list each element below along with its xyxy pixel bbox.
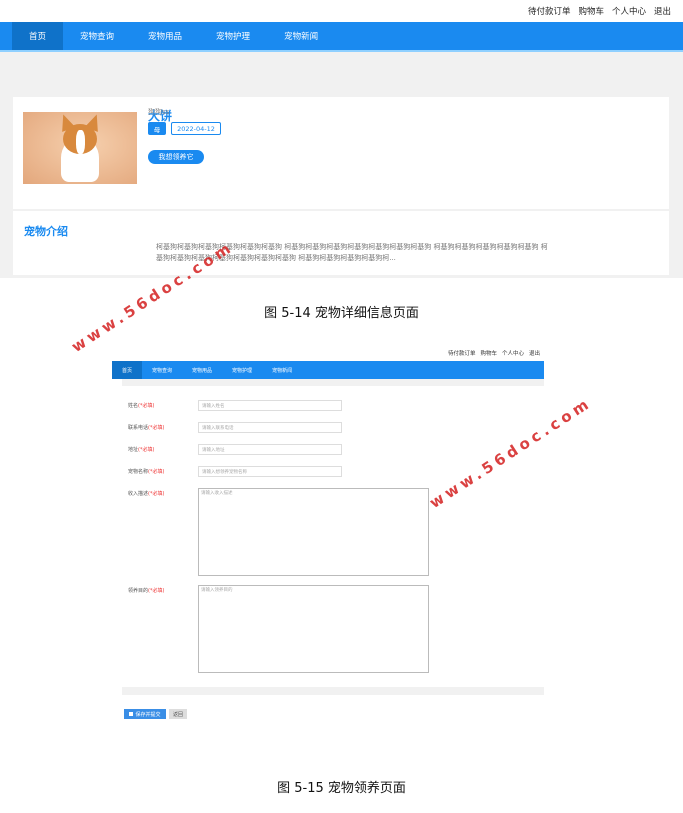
- link-cart[interactable]: 购物车: [480, 349, 497, 357]
- link-logout[interactable]: 退出: [654, 5, 671, 17]
- adoption-form-screenshot: 待付款订单 购物车 个人中心 退出 首页 宠物查询 宠物用品 宠物护理 宠物新闻…: [112, 345, 544, 725]
- pet-detail-screenshot: 待付款订单 购物车 个人中心 退出 首页 宠物查询 宠物用品 宠物护理 宠物新闻…: [0, 0, 683, 278]
- nav-pet-news[interactable]: 宠物新闻: [267, 22, 335, 50]
- label-purpose: 领养目的(*必填): [128, 588, 165, 594]
- nav-pet-supplies[interactable]: 宠物用品: [131, 22, 199, 50]
- sex-badge: 母: [148, 122, 166, 135]
- divider: [122, 687, 544, 695]
- name-input[interactable]: 请输入姓名: [198, 400, 342, 411]
- nav-pet-news[interactable]: 宠物新闻: [262, 361, 302, 379]
- adopt-button[interactable]: 我想领养它: [148, 150, 204, 164]
- label-address: 地址(*必填): [128, 447, 155, 453]
- back-button[interactable]: 返回: [169, 709, 187, 719]
- date-badge: 2022-04-12: [171, 122, 221, 135]
- label-pet-name: 宠物名称(*必填): [128, 469, 165, 475]
- link-profile[interactable]: 个人中心: [612, 5, 646, 17]
- save-icon: [129, 712, 134, 716]
- nav-pet-care[interactable]: 宠物护理: [222, 361, 262, 379]
- nav-pet-search[interactable]: 宠物查询: [63, 22, 131, 50]
- link-profile[interactable]: 个人中心: [502, 349, 524, 357]
- link-cart[interactable]: 购物车: [578, 5, 604, 17]
- nav-pet-care[interactable]: 宠物护理: [199, 22, 267, 50]
- label-name: 姓名(*必填): [128, 403, 155, 409]
- intro-title: 宠物介绍: [24, 225, 68, 238]
- main-nav: 首页 宠物查询 宠物用品 宠物护理 宠物新闻: [0, 22, 683, 52]
- phone-input[interactable]: 请输入联系电话: [198, 422, 342, 433]
- link-logout[interactable]: 退出: [529, 349, 540, 357]
- divider: [122, 379, 544, 386]
- pet-card: 大饼 狗狗ss 母 2022-04-12 我想领养它: [13, 97, 669, 209]
- pet-intro-section: 宠物介绍 柯基狗柯基狗柯基狗柯基狗柯基狗柯基狗 柯基狗柯基狗柯基狗柯基狗柯基狗柯…: [13, 211, 669, 275]
- pet-photo: [23, 112, 137, 184]
- nav-pet-search[interactable]: 宠物查询: [142, 361, 182, 379]
- income-textarea[interactable]: 请输入收入描述: [198, 488, 429, 576]
- figure-caption-2: 图 5-15 宠物领养页面: [277, 781, 406, 796]
- label-phone: 联系电话(*必填): [128, 425, 165, 431]
- pet-breed: 狗狗ss: [148, 108, 170, 116]
- nav-home[interactable]: 首页: [12, 22, 64, 50]
- pet-name-input[interactable]: 请输入想领养宠物名称: [198, 466, 342, 477]
- label-income: 收入描述(*必填): [128, 491, 165, 497]
- main-nav: 首页 宠物查询 宠物用品 宠物护理 宠物新闻: [112, 361, 544, 379]
- top-links: 待付款订单 购物车 个人中心 退出: [448, 349, 540, 357]
- link-pending-orders[interactable]: 待付款订单: [448, 349, 476, 357]
- top-links: 待付款订单 购物车 个人中心 退出: [0, 0, 683, 22]
- nav-pet-supplies[interactable]: 宠物用品: [182, 361, 222, 379]
- purpose-textarea[interactable]: 请输入领养目的: [198, 585, 429, 673]
- address-input[interactable]: 请输入地址: [198, 444, 342, 455]
- nav-home[interactable]: 首页: [112, 361, 143, 379]
- save-submit-button[interactable]: 保存并提交: [124, 709, 166, 719]
- link-pending-orders[interactable]: 待付款订单: [528, 5, 571, 17]
